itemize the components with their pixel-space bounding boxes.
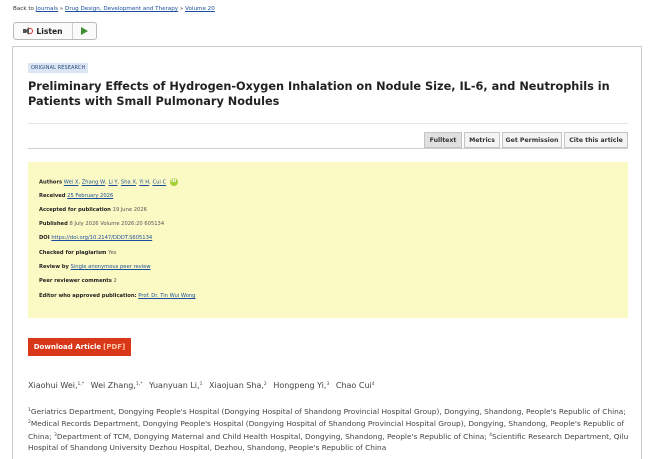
author-affiliation-sup: 2 [263, 382, 267, 387]
divider [28, 123, 628, 124]
speaker-icon [23, 27, 34, 35]
breadcrumb-link-journal[interactable]: Drug Design, Development and Therapy [65, 6, 178, 12]
listen-widget: Listen [13, 22, 97, 40]
author-link[interactable]: Cui C [152, 180, 166, 186]
affiliations: 1Geriatrics Department, Dongying People'… [28, 405, 630, 453]
meta-published: Published 8 July 2026 Volume 2026:20 605… [39, 221, 164, 227]
article-title: Preliminary Effects of Hydrogen-Oxygen I… [28, 80, 610, 109]
author-name: Xiaojuan Sha, [209, 381, 264, 390]
peer-comments-count: 2 [113, 278, 117, 284]
breadcrumb: Back to Journals » Drug Design, Developm… [13, 6, 215, 12]
divider [28, 148, 628, 149]
author-name: Hongpeng Yi, [273, 381, 327, 390]
received-date-link[interactable]: 25 February 2026 [67, 193, 113, 199]
download-format: [PDF] [103, 343, 126, 351]
author-link[interactable]: Sha X [121, 180, 136, 186]
author-name: Xiaohui Wei, [28, 381, 78, 390]
download-article-button[interactable]: Download Article [PDF] [28, 338, 131, 356]
author-affiliation-sup: 1,* [77, 382, 85, 387]
plagiarism-value: Yes [108, 250, 117, 256]
author-link[interactable]: Zhang W [82, 180, 105, 186]
author-list: Xiaohui Wei,1,* Wei Zhang,1,* Yuanyuan L… [28, 381, 379, 390]
play-button[interactable] [73, 23, 96, 39]
author-affiliation-sup: 1,* [135, 382, 143, 387]
meta-peer-comments: Peer reviewer comments 2 [39, 278, 117, 284]
category-badge: ORIGINAL RESEARCH [28, 63, 89, 73]
meta-editor: Editor who approved publication: Prof. D… [39, 293, 195, 299]
orcid-icon[interactable]: iD [169, 178, 178, 186]
tab-metrics[interactable]: Metrics [464, 132, 500, 148]
doi-link[interactable]: https://doi.org/10.2147/DDDT.S605134 [51, 235, 152, 241]
author-affiliation-sup: 1 [199, 382, 203, 387]
meta-plagiarism: Checked for plagiarism Yes [39, 250, 116, 256]
author-affiliation-sup: 4 [371, 382, 375, 387]
listen-label: Listen [36, 26, 63, 36]
affiliation-text: Geriatrics Department, Dongying People's… [30, 407, 626, 416]
listen-button[interactable]: Listen [14, 23, 73, 39]
meta-doi: DOI https://doi.org/10.2147/DDDT.S605134 [39, 235, 152, 241]
author-link[interactable]: Li Y [108, 180, 117, 186]
article-tabs: Fulltext Metrics Get Permission Cite thi… [424, 132, 628, 148]
meta-authors: Authors Wei X, Zhang W, Li Y, Sha X, Yi … [39, 178, 178, 186]
author-name: Chao Cui [335, 381, 372, 390]
accepted-date: 19 June 2026 [112, 207, 147, 213]
breadcrumb-prefix: Back to [13, 6, 36, 12]
meta-label: Accepted for publication [39, 207, 111, 213]
affiliation-text: Department of TCM, Dongying Maternal and… [56, 431, 490, 441]
breadcrumb-separator: » [58, 6, 66, 12]
author-name: Wei Zhang, [90, 381, 136, 390]
author-name: Yuanyuan Li, [149, 381, 200, 390]
meta-label: Editor who approved publication: [39, 293, 137, 299]
meta-label: Authors [39, 179, 63, 186]
editor-link[interactable]: Prof. Dr. Tin Wui Wong [138, 293, 195, 299]
meta-label: Published [39, 221, 68, 227]
tab-get-permission[interactable]: Get Permission [502, 132, 562, 148]
meta-label: Review by [39, 264, 69, 270]
meta-received: Received 25 February 2026 [39, 193, 113, 199]
play-icon [81, 27, 88, 35]
tab-cite-this-article[interactable]: Cite this article [564, 132, 628, 148]
meta-accepted: Accepted for publication 19 June 2026 [39, 207, 147, 213]
meta-label: Peer reviewer comments [39, 278, 112, 284]
author-link[interactable]: Wei X [64, 180, 79, 186]
review-link[interactable]: Single anonymous peer review [71, 264, 151, 270]
article-meta-box: Authors Wei X, Zhang W, Li Y, Sha X, Yi … [28, 162, 628, 318]
download-label: Download Article [33, 343, 102, 351]
meta-label: DOI [39, 235, 50, 241]
published-value: 8 July 2026 Volume 2026:20 605134 [69, 221, 165, 227]
tab-fulltext[interactable]: Fulltext [424, 132, 462, 148]
breadcrumb-link-journals[interactable]: Journals [36, 6, 58, 12]
meta-label: Received [39, 193, 66, 199]
meta-label: Checked for plagiarism [39, 250, 107, 256]
meta-review: Review by Single anonymous peer review [39, 264, 151, 270]
author-link[interactable]: Yi H [139, 180, 149, 186]
author-affiliation-sup: 3 [326, 382, 330, 387]
breadcrumb-link-volume[interactable]: Volume 20 [185, 6, 215, 12]
